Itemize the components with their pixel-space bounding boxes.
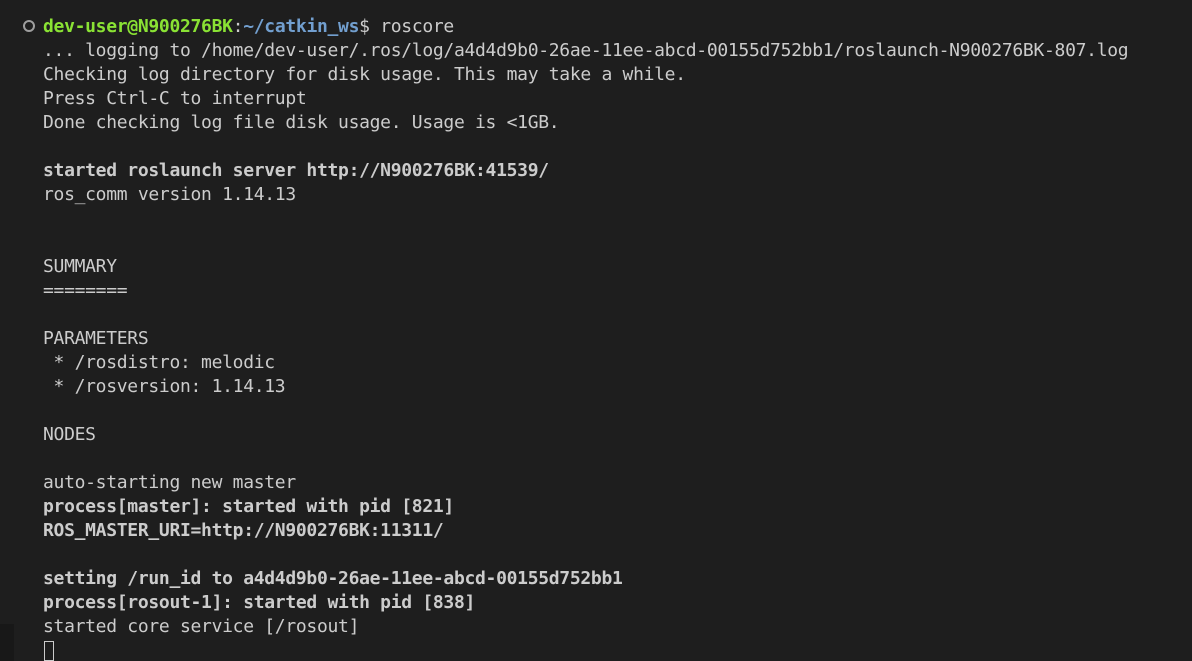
output-line: * /rosdistro: melodic [43,352,276,373]
output-line: Done checking log file disk usage. Usage… [43,112,560,133]
output-line: ROS_MASTER_URI=http://N900276BK:11311/ [43,520,444,541]
output-line: ... logging to /home/dev-user/.ros/log/a… [43,40,1129,61]
command-status-icon[interactable] [23,20,35,32]
output-line: NODES [43,424,96,445]
prompt-symbol: $ [359,16,381,37]
prompt-line: dev-user@N900276BK:~/catkin_ws$ roscore [43,15,454,39]
prompt-command: roscore [380,16,454,37]
prompt-path: ~/catkin_ws [243,16,360,37]
output-line: Checking log directory for disk usage. T… [43,64,686,85]
output-line: auto-starting new master [43,472,296,493]
prompt-user-host: dev-user@N900276BK [43,16,233,37]
output-line: started roslaunch server http://N900276B… [43,160,549,181]
output-line: ======== [43,280,128,301]
prompt-separator: : [232,16,244,37]
output-line: process[master]: started with pid [821] [43,496,454,517]
terminal-output[interactable]: dev-user@N900276BK:~/catkin_ws$ roscore … [0,0,1192,661]
output-line: Press Ctrl-C to interrupt [43,88,307,109]
output-line: ros_comm version 1.14.13 [43,184,296,205]
output-line: process[rosout-1]: started with pid [838… [43,592,476,613]
output-line: PARAMETERS [43,328,149,349]
output-line: setting /run_id to a4d4d9b0-26ae-11ee-ab… [43,568,623,589]
terminal-cursor[interactable] [44,641,54,661]
output-line: * /rosversion: 1.14.13 [43,376,286,397]
output-line: started core service [/rosout] [43,616,360,637]
output-line: SUMMARY [43,256,117,277]
